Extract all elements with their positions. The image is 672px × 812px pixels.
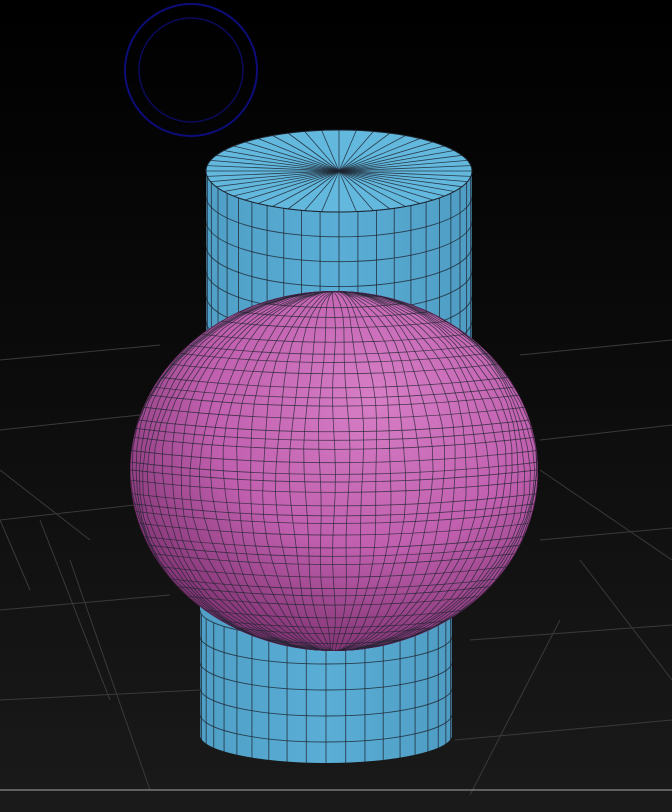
top-cylinder-cap[interactable] [205,129,473,213]
3d-viewport[interactable] [0,0,672,812]
viewport-canvas[interactable] [0,0,672,812]
sphere-mesh[interactable] [130,291,539,651]
